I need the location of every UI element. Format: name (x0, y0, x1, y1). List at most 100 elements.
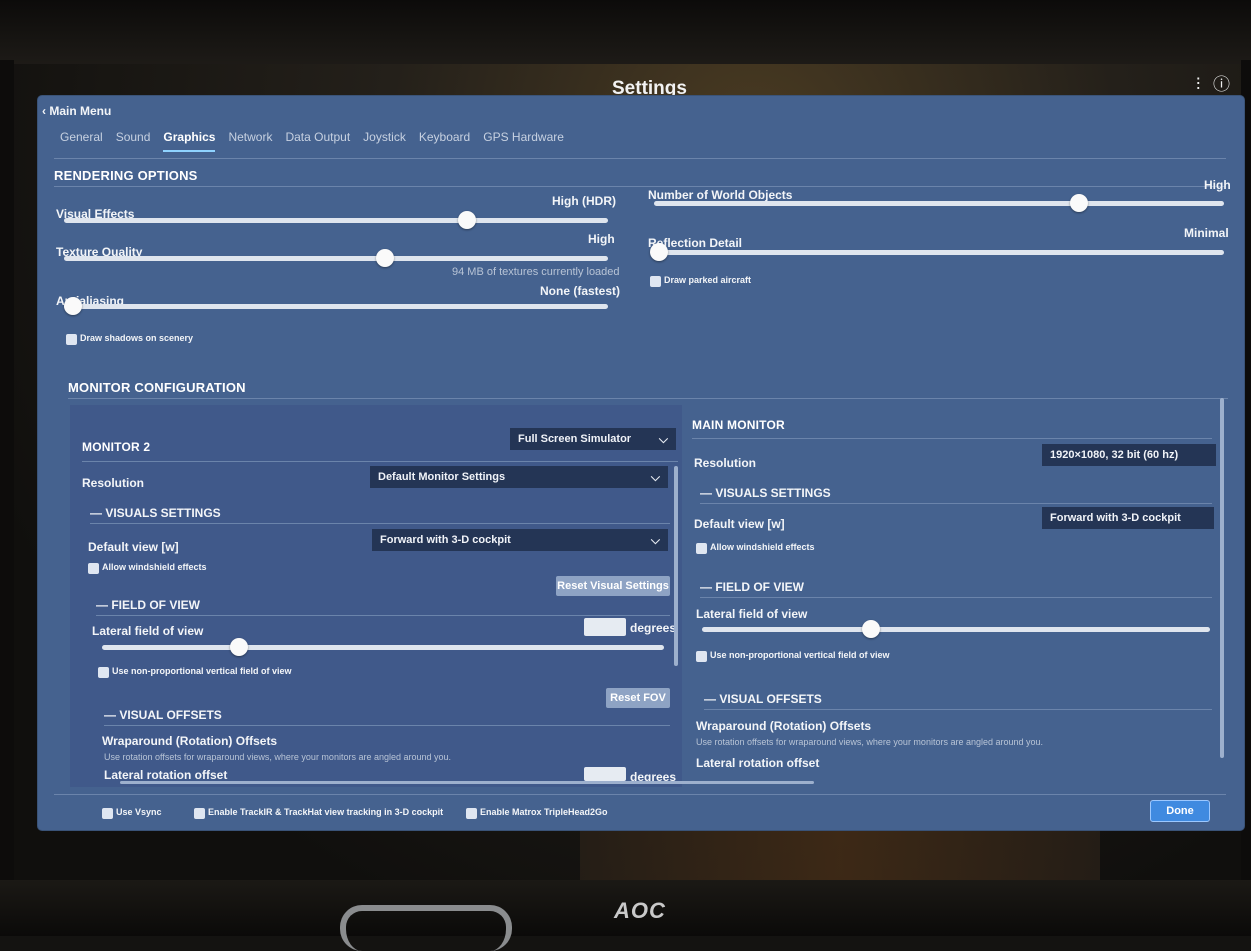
main-monitor-lateral-fov-label: Lateral field of view (696, 607, 808, 621)
monitor-2-visuals-title: — VISUALS SETTINGS (90, 506, 221, 520)
monitor-2-default-view-dropdown[interactable]: Forward with 3-D cockpit ⌵ (372, 529, 668, 551)
tab-sound[interactable]: Sound (116, 130, 151, 152)
draw-parked-aircraft-checkbox[interactable] (650, 276, 661, 287)
reset-visual-settings-button[interactable]: Reset Visual Settings (556, 576, 670, 596)
tab-general[interactable]: General (60, 130, 103, 152)
main-monitor-nonprop-checkbox[interactable] (696, 651, 707, 662)
monitor-bezel-left (0, 60, 14, 890)
monitor-stand (340, 905, 512, 951)
main-monitor-visuals-title: — VISUALS SETTINGS (700, 486, 831, 500)
back-button[interactable]: ‹ Main Menu (42, 104, 111, 118)
monitor-2-mode-dropdown[interactable]: Full Screen Simulator ⌵ (510, 428, 676, 450)
visual-effects-value: High (HDR) (552, 194, 616, 208)
antialiasing-slider-thumb[interactable] (64, 297, 82, 315)
rendering-options-title: RENDERING OPTIONS (54, 168, 198, 183)
monitor-2-nonprop-checkbox[interactable] (98, 667, 109, 678)
help-icon[interactable]: ⓘ (1213, 75, 1230, 94)
reflection-detail-slider[interactable] (650, 243, 1224, 261)
main-monitor-lateral-rotation-label: Lateral rotation offset (696, 756, 820, 770)
monitor-2-resolution-dropdown[interactable]: Default Monitor Settings ⌵ (370, 466, 668, 488)
mixer-icon[interactable]: ⫶ (1196, 75, 1200, 94)
chevron-down-icon: ⌵ (650, 533, 660, 547)
monitor-2-fov-slider-thumb[interactable] (230, 638, 248, 656)
main-monitor-offsets-title: — VISUAL OFFSETS (704, 692, 822, 706)
main-monitor-resolution-dropdown[interactable]: 1920×1080, 32 bit (60 hz) (1042, 444, 1216, 466)
main-monitor-wraparound-desc: Use rotation offsets for wraparound view… (696, 737, 1044, 747)
monitor-config-title: MONITOR CONFIGURATION (68, 380, 246, 395)
texture-quality-slider-thumb[interactable] (376, 249, 394, 267)
main-monitor-default-view-dropdown[interactable]: Forward with 3-D cockpit (1042, 507, 1214, 529)
main-monitor-windshield-label: Allow windshield effects (710, 542, 815, 552)
world-objects-slider-thumb[interactable] (1070, 194, 1088, 212)
main-monitor-fov-slider[interactable] (702, 620, 1210, 638)
monitor-2-panel (70, 405, 682, 787)
world-objects-label: Number of World Objects (648, 188, 793, 202)
monitor-2-offsets-divider (104, 725, 670, 726)
reflection-detail-value: Minimal (1184, 226, 1229, 240)
main-monitor-divider (692, 438, 1212, 439)
main-monitor-scrollbar[interactable] (1220, 398, 1224, 758)
monitor-2-lateral-fov-label: Lateral field of view (92, 624, 204, 638)
main-monitor-resolution-value: 1920×1080, 32 bit (60 hz) (1050, 449, 1179, 461)
tab-graphics[interactable]: Graphics (163, 130, 216, 152)
top-icons: ⫶ ⓘ (1196, 70, 1238, 95)
reflection-detail-slider-thumb[interactable] (650, 243, 668, 261)
chevron-left-icon: ‹ (42, 104, 46, 118)
monitor-2-windshield-label: Allow windshield effects (102, 562, 207, 572)
main-monitor-title: MAIN MONITOR (692, 418, 785, 432)
monitor-2-fov-unit: degrees (630, 621, 677, 635)
texture-memory-note: 94 MB of textures currently loaded (452, 266, 620, 278)
matrox-label: Enable Matrox TripleHead2Go (480, 807, 608, 817)
monitor-2-wraparound-title: Wraparound (Rotation) Offsets (102, 734, 278, 748)
world-objects-value: High (1204, 178, 1231, 192)
tab-data-output[interactable]: Data Output (285, 130, 350, 152)
done-button[interactable]: Done (1150, 800, 1210, 822)
monitor-2-default-view-label: Default view [w] (88, 540, 179, 554)
monitor-2-wraparound-desc: Use rotation offsets for wraparound view… (104, 752, 452, 762)
monitor-2-fov-title: — FIELD OF VIEW (96, 598, 200, 612)
tab-keyboard[interactable]: Keyboard (419, 130, 470, 152)
monitor-2-rotation-input[interactable] (584, 767, 626, 781)
visual-effects-slider[interactable] (64, 211, 608, 229)
monitor-2-resolution-value: Default Monitor Settings (378, 471, 506, 483)
monitor-2-title: MONITOR 2 (82, 440, 151, 454)
back-label: Main Menu (49, 104, 112, 118)
tab-network[interactable]: Network (228, 130, 272, 152)
texture-quality-slider[interactable] (64, 249, 608, 267)
tab-gps-hardware[interactable]: GPS Hardware (483, 130, 564, 152)
draw-shadows-label: Draw shadows on scenery (80, 333, 194, 343)
monitor-2-windshield-checkbox[interactable] (88, 563, 99, 574)
monitor-2-fov-input[interactable] (584, 618, 626, 636)
texture-quality-value: High (588, 232, 615, 246)
monitor-config-horizontal-scrollbar[interactable] (120, 781, 814, 784)
main-monitor-fov-title: — FIELD OF VIEW (700, 580, 804, 594)
draw-shadows-checkbox[interactable] (66, 334, 77, 345)
visual-effects-slider-thumb[interactable] (458, 211, 476, 229)
main-monitor-fov-slider-thumb[interactable] (862, 620, 880, 638)
footer-divider (54, 794, 1226, 795)
monitor-2-fov-slider[interactable] (102, 638, 664, 656)
vsync-label: Use Vsync (116, 807, 162, 817)
trackir-checkbox[interactable] (194, 808, 205, 819)
monitor-bezel-top (0, 0, 1251, 70)
main-monitor-offsets-divider (704, 709, 1212, 710)
monitor-2-scrollbar[interactable] (674, 466, 678, 666)
monitor-2-mode-value: Full Screen Simulator (518, 433, 632, 445)
matrox-checkbox[interactable] (466, 808, 477, 819)
monitor-config-divider (68, 398, 1228, 399)
monitor-2-default-view-value: Forward with 3-D cockpit (380, 534, 511, 546)
world-objects-slider[interactable] (654, 194, 1224, 212)
draw-parked-aircraft-label: Draw parked aircraft (664, 275, 752, 285)
vsync-checkbox[interactable] (102, 808, 113, 819)
tab-bar: General Sound Graphics Network Data Outp… (60, 130, 577, 152)
monitor-2-visuals-divider (90, 523, 670, 524)
rendering-divider (54, 186, 1226, 187)
antialiasing-slider[interactable] (64, 297, 608, 315)
main-monitor-fov-divider (700, 597, 1212, 598)
reset-fov-button[interactable]: Reset FOV (606, 688, 670, 708)
tab-joystick[interactable]: Joystick (363, 130, 406, 152)
monitor-2-offsets-title: — VISUAL OFFSETS (104, 708, 222, 722)
antialiasing-value: None (fastest) (540, 284, 621, 298)
main-monitor-windshield-checkbox[interactable] (696, 543, 707, 554)
main-monitor-resolution-label: Resolution (694, 456, 756, 470)
